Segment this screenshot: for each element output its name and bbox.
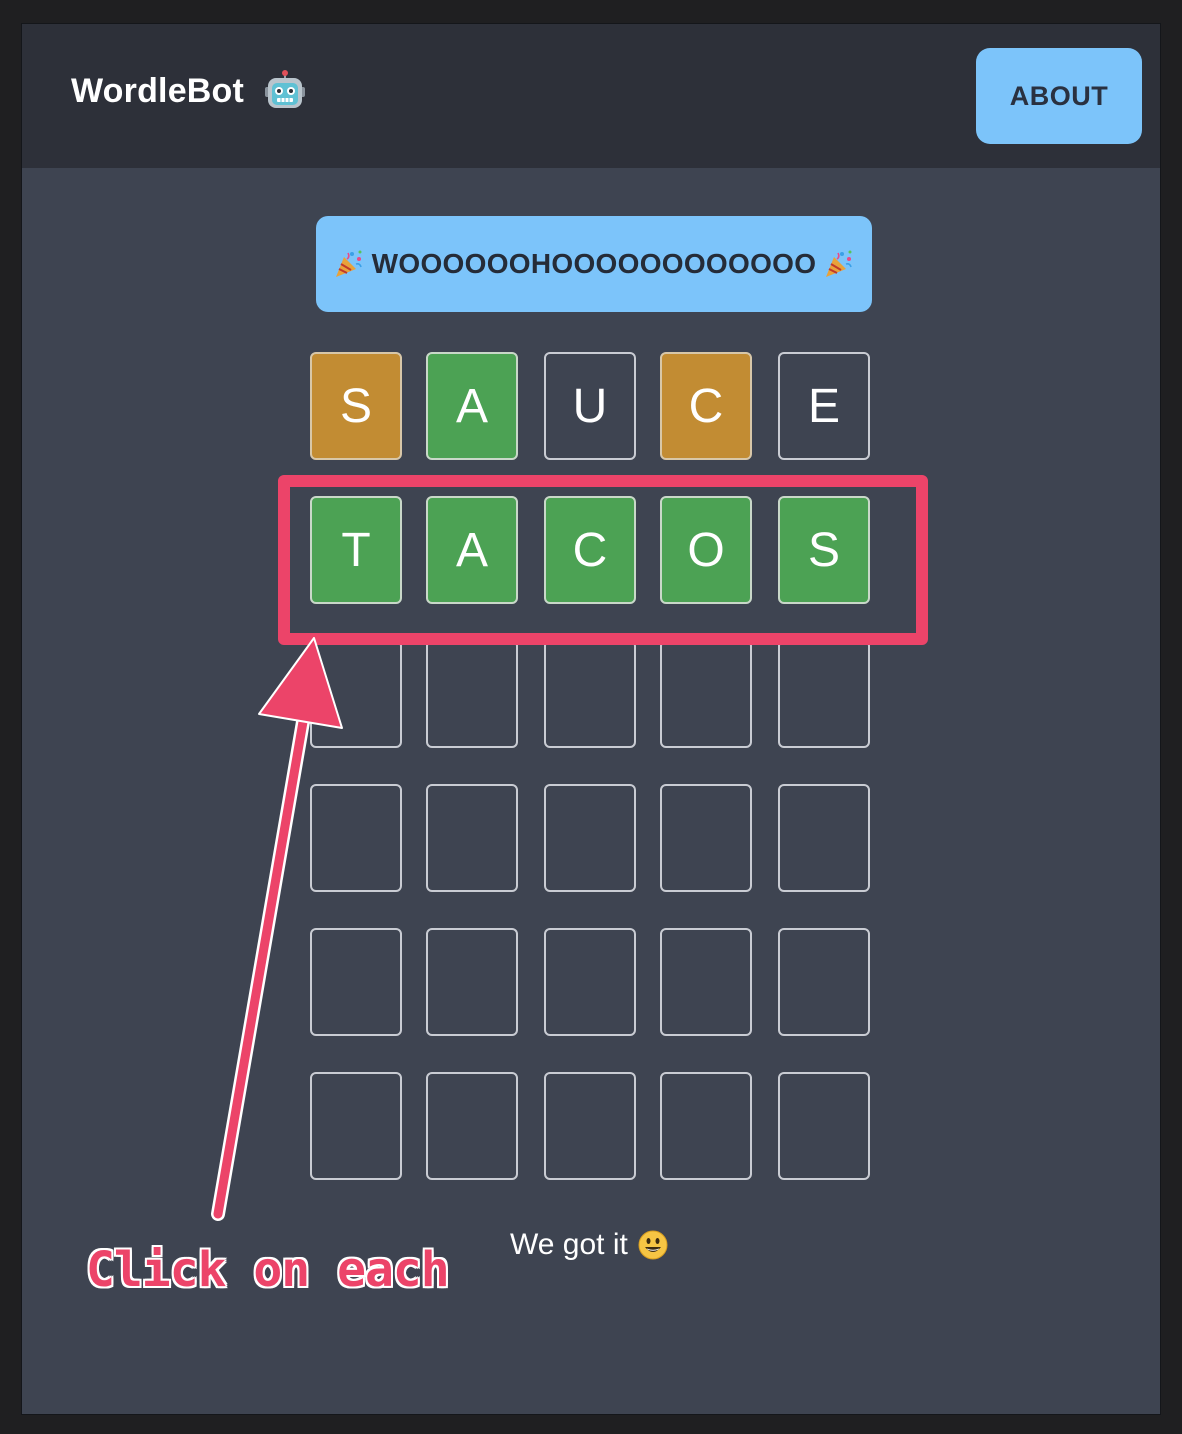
- annotation-label: Click on each: [86, 1242, 450, 1298]
- annotation-arrow: [211, 637, 343, 1221]
- app-window: WordleBot ABOUT WOOOOOOHOOOOOOOOOOOO S A…: [22, 24, 1160, 1414]
